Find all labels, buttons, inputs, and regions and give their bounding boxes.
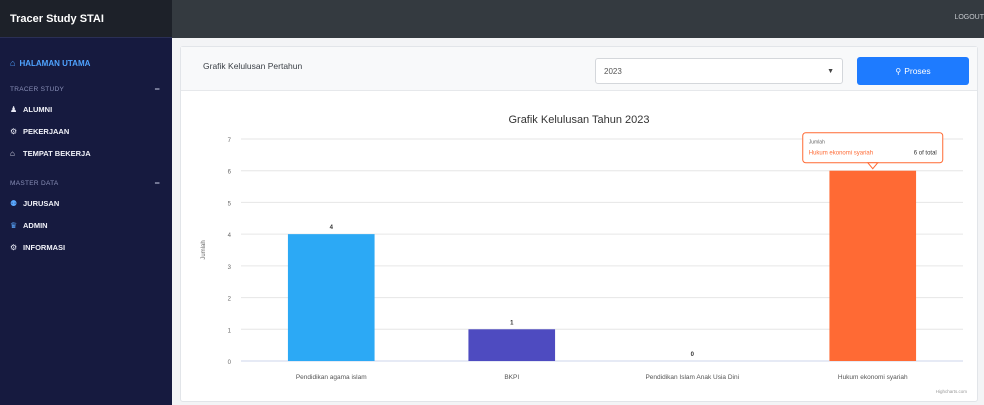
search-icon: ⚲ bbox=[895, 66, 902, 76]
y-tick-label: 5 bbox=[228, 201, 232, 207]
user-icon: ♟ bbox=[10, 104, 18, 114]
chevron-down-icon: ▼ bbox=[827, 67, 834, 75]
sidebar-section-title: MASTER DATA bbox=[10, 179, 59, 187]
year-select-value: 2023 bbox=[604, 66, 622, 76]
user-shield-icon: ♛ bbox=[10, 220, 18, 230]
collapse-icon[interactable]: − bbox=[154, 178, 160, 188]
sidebar-item-alumni[interactable]: ♟ ALUMNI bbox=[0, 98, 172, 120]
y-tick-label: 0 bbox=[228, 360, 232, 366]
chart-bar bbox=[287, 234, 375, 361]
tooltip-category: Hukum ekonomi syariah bbox=[809, 151, 873, 157]
app-title[interactable]: Tracer Study STAI bbox=[0, 0, 172, 38]
gear-icon: ⚙ bbox=[10, 126, 18, 136]
logout-link[interactable]: LOGOUT bbox=[954, 14, 984, 21]
proses-button[interactable]: ⚲ Proses bbox=[857, 57, 969, 85]
year-select[interactable]: 2023 ▼ bbox=[595, 58, 843, 84]
sidebar-item-label: TEMPAT BEKERJA bbox=[23, 148, 91, 158]
topbar: LOGOUT bbox=[172, 0, 984, 38]
sidebar-item-home[interactable]: ⌂ HALAMAN UTAMA bbox=[0, 46, 172, 80]
data-label: 1 bbox=[510, 320, 514, 326]
chart-tooltip-pointer bbox=[866, 162, 879, 170]
chart-area: Grafik Kelulusan Tahun 2023 0 1 2 3 4 5 6 7 Jumla… bbox=[181, 91, 977, 401]
sidebar-item-label: JURUSAN bbox=[23, 198, 60, 208]
chart-card: Grafik Kelulusan Pertahun 2023 ▼ ⚲ Prose… bbox=[180, 46, 978, 402]
x-tick-label: BKPI bbox=[504, 374, 519, 381]
y-tick-label: 6 bbox=[228, 170, 232, 176]
bar-chart: Grafik Kelulusan Tahun 2023 0 1 2 3 4 5 6 7 Jumla… bbox=[201, 114, 968, 394]
collapse-icon[interactable]: − bbox=[154, 84, 160, 94]
sidebar-section-tracer-study[interactable]: TRACER STUDY − bbox=[0, 80, 172, 98]
data-label: 4 bbox=[330, 225, 334, 231]
sidebar-item-label: ADMIN bbox=[23, 220, 48, 230]
proses-button-label: Proses bbox=[904, 66, 931, 76]
data-label: 0 bbox=[691, 352, 695, 358]
chart-title: Grafik Kelulusan Tahun 2023 bbox=[508, 114, 649, 126]
x-tick-label: Pendidikan agama islam bbox=[296, 374, 367, 381]
y-tick-label: 4 bbox=[228, 233, 232, 239]
sidebar-item-admin[interactable]: ♛ ADMIN bbox=[0, 214, 172, 236]
bank-icon: ⌂ bbox=[10, 148, 15, 158]
chart-bar bbox=[468, 329, 556, 361]
chart-credits: Highcharts.com bbox=[936, 389, 968, 394]
chart-tooltip bbox=[802, 132, 944, 164]
sidebar-item-label: INFORMASI bbox=[23, 242, 66, 252]
card-title: Grafik Kelulusan Pertahun bbox=[203, 61, 303, 71]
sidebar-item-pekerjaan[interactable]: ⚙ PEKERJAAN bbox=[0, 120, 172, 142]
y-tick-label: 2 bbox=[228, 297, 232, 303]
sidebar-item-label: HALAMAN UTAMA bbox=[19, 58, 91, 68]
sidebar-item-tempat-bekerja[interactable]: ⌂ TEMPAT BEKERJA bbox=[0, 142, 172, 164]
y-tick-label: 3 bbox=[228, 265, 232, 271]
x-tick-label: Hukum ekonomi syariah bbox=[838, 374, 908, 381]
sidebar-item-informasi[interactable]: ⚙ INFORMASI bbox=[0, 236, 172, 258]
users-icon: ⚉ bbox=[10, 198, 18, 208]
sidebar-item-label: ALUMNI bbox=[23, 104, 53, 114]
home-icon: ⌂ bbox=[10, 58, 16, 68]
chart-bar bbox=[829, 170, 917, 361]
y-axis-label: Jumlah bbox=[201, 240, 207, 259]
sidebar-item-label: PEKERJAAN bbox=[23, 126, 70, 136]
sidebar-section-title: TRACER STUDY bbox=[10, 85, 65, 93]
info-icon: ⚙ bbox=[10, 242, 18, 252]
sidebar-section-master-data[interactable]: MASTER DATA − bbox=[0, 174, 172, 192]
tooltip-value: 6 of total bbox=[914, 151, 937, 157]
card-header: Grafik Kelulusan Pertahun 2023 ▼ ⚲ Prose… bbox=[181, 47, 977, 91]
x-tick-label: Pendidikan Islam Anak Usia Dini bbox=[645, 374, 739, 381]
y-tick-label: 1 bbox=[228, 328, 232, 334]
sidebar: Tracer Study STAI ⌂ HALAMAN UTAMA TRACER… bbox=[0, 0, 172, 405]
tooltip-header: Jumlah bbox=[809, 140, 825, 146]
sidebar-item-jurusan[interactable]: ⚉ JURUSAN bbox=[0, 192, 172, 214]
y-tick-label: 7 bbox=[228, 138, 232, 144]
